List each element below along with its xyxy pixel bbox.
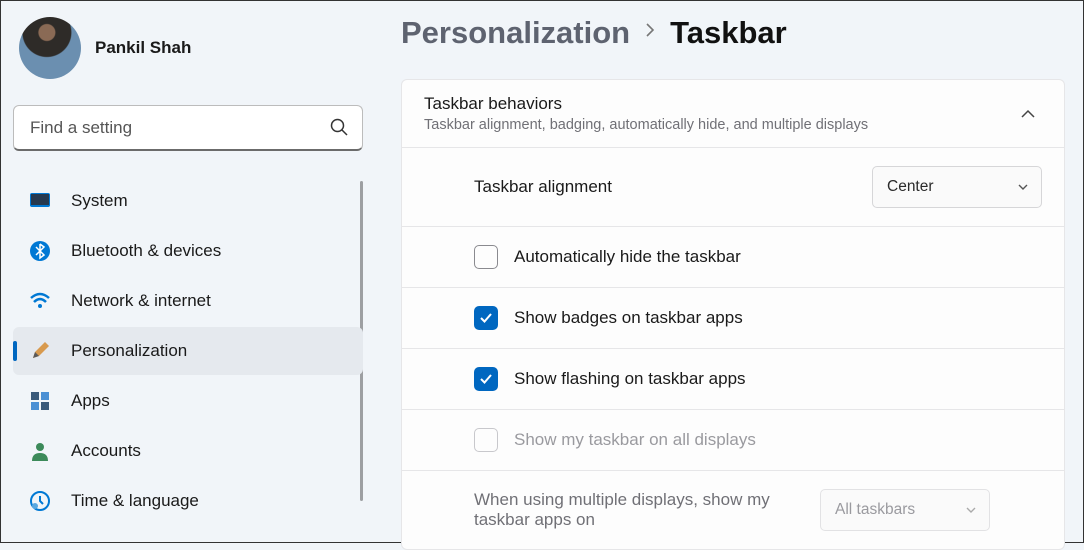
- row-badges[interactable]: Show badges on taskbar apps: [402, 288, 1064, 349]
- sidebar-item-time[interactable]: Time & language: [13, 477, 363, 525]
- row-label: Taskbar alignment: [474, 177, 856, 197]
- paintbrush-icon: [29, 340, 51, 362]
- monitor-icon: [29, 190, 51, 212]
- clock-icon: [29, 490, 51, 512]
- checkbox-checked[interactable]: [474, 306, 498, 330]
- wifi-icon: [29, 290, 51, 312]
- sidebar-item-apps[interactable]: Apps: [13, 377, 363, 425]
- dropdown-value: Center: [887, 178, 934, 196]
- user-name: Pankil Shah: [95, 38, 191, 58]
- sidebar-item-system[interactable]: System: [13, 177, 363, 225]
- check-icon: [479, 373, 493, 385]
- sidebar-item-accounts[interactable]: Accounts: [13, 427, 363, 475]
- row-all-displays: Show my taskbar on all displays: [402, 410, 1064, 471]
- row-multi-display: When using multiple displays, show my ta…: [402, 471, 1064, 549]
- chevron-up-icon: [1014, 100, 1042, 128]
- nav-list: System Bluetooth & devices Network & int…: [13, 177, 363, 525]
- row-label: When using multiple displays, show my ta…: [474, 490, 804, 530]
- sidebar-item-network[interactable]: Network & internet: [13, 277, 363, 325]
- nav-label: Network & internet: [71, 291, 211, 311]
- row-label: Show flashing on taskbar apps: [514, 369, 1042, 389]
- nav-label: Apps: [71, 391, 110, 411]
- checkbox-unchecked[interactable]: [474, 245, 498, 269]
- breadcrumb: Personalization Taskbar: [401, 15, 1065, 51]
- user-profile[interactable]: Pankil Shah: [13, 13, 363, 87]
- bluetooth-icon: [29, 240, 51, 262]
- card-title: Taskbar behaviors: [424, 94, 868, 114]
- search-icon: [329, 117, 349, 142]
- multi-display-dropdown: All taskbars: [820, 489, 990, 531]
- avatar: [19, 17, 81, 79]
- row-alignment: Taskbar alignment Center: [402, 148, 1064, 227]
- alignment-dropdown[interactable]: Center: [872, 166, 1042, 208]
- taskbar-behaviors-card: Taskbar behaviors Taskbar alignment, bad…: [401, 79, 1065, 550]
- person-icon: [29, 440, 51, 462]
- card-subtitle: Taskbar alignment, badging, automaticall…: [424, 117, 868, 133]
- sidebar-item-personalization[interactable]: Personalization: [13, 327, 363, 375]
- card-header[interactable]: Taskbar behaviors Taskbar alignment, bad…: [402, 80, 1064, 148]
- sidebar-item-bluetooth[interactable]: Bluetooth & devices: [13, 227, 363, 275]
- check-icon: [479, 312, 493, 324]
- page-title: Taskbar: [670, 15, 787, 51]
- dropdown-value: All taskbars: [835, 501, 915, 519]
- nav-label: Personalization: [71, 341, 187, 361]
- search-container: [13, 105, 363, 151]
- nav-label: Time & language: [71, 491, 199, 511]
- breadcrumb-parent[interactable]: Personalization: [401, 15, 630, 51]
- checkbox-checked[interactable]: [474, 367, 498, 391]
- row-label: Show badges on taskbar apps: [514, 308, 1042, 328]
- nav-label: Bluetooth & devices: [71, 241, 221, 261]
- checkbox-disabled: [474, 428, 498, 452]
- apps-icon: [29, 390, 51, 412]
- row-autohide[interactable]: Automatically hide the taskbar: [402, 227, 1064, 288]
- chevron-down-icon: [965, 506, 977, 514]
- sidebar: Pankil Shah System Bluetooth & devices N…: [1, 1, 379, 542]
- main-content: Personalization Taskbar Taskbar behavior…: [379, 1, 1083, 542]
- nav-label: System: [71, 191, 128, 211]
- chevron-down-icon: [1017, 183, 1029, 191]
- row-label: Automatically hide the taskbar: [514, 247, 1042, 267]
- row-flashing[interactable]: Show flashing on taskbar apps: [402, 349, 1064, 410]
- chevron-right-icon: [644, 21, 656, 45]
- nav-label: Accounts: [71, 441, 141, 461]
- search-input[interactable]: [13, 105, 363, 151]
- row-label: Show my taskbar on all displays: [514, 430, 1042, 450]
